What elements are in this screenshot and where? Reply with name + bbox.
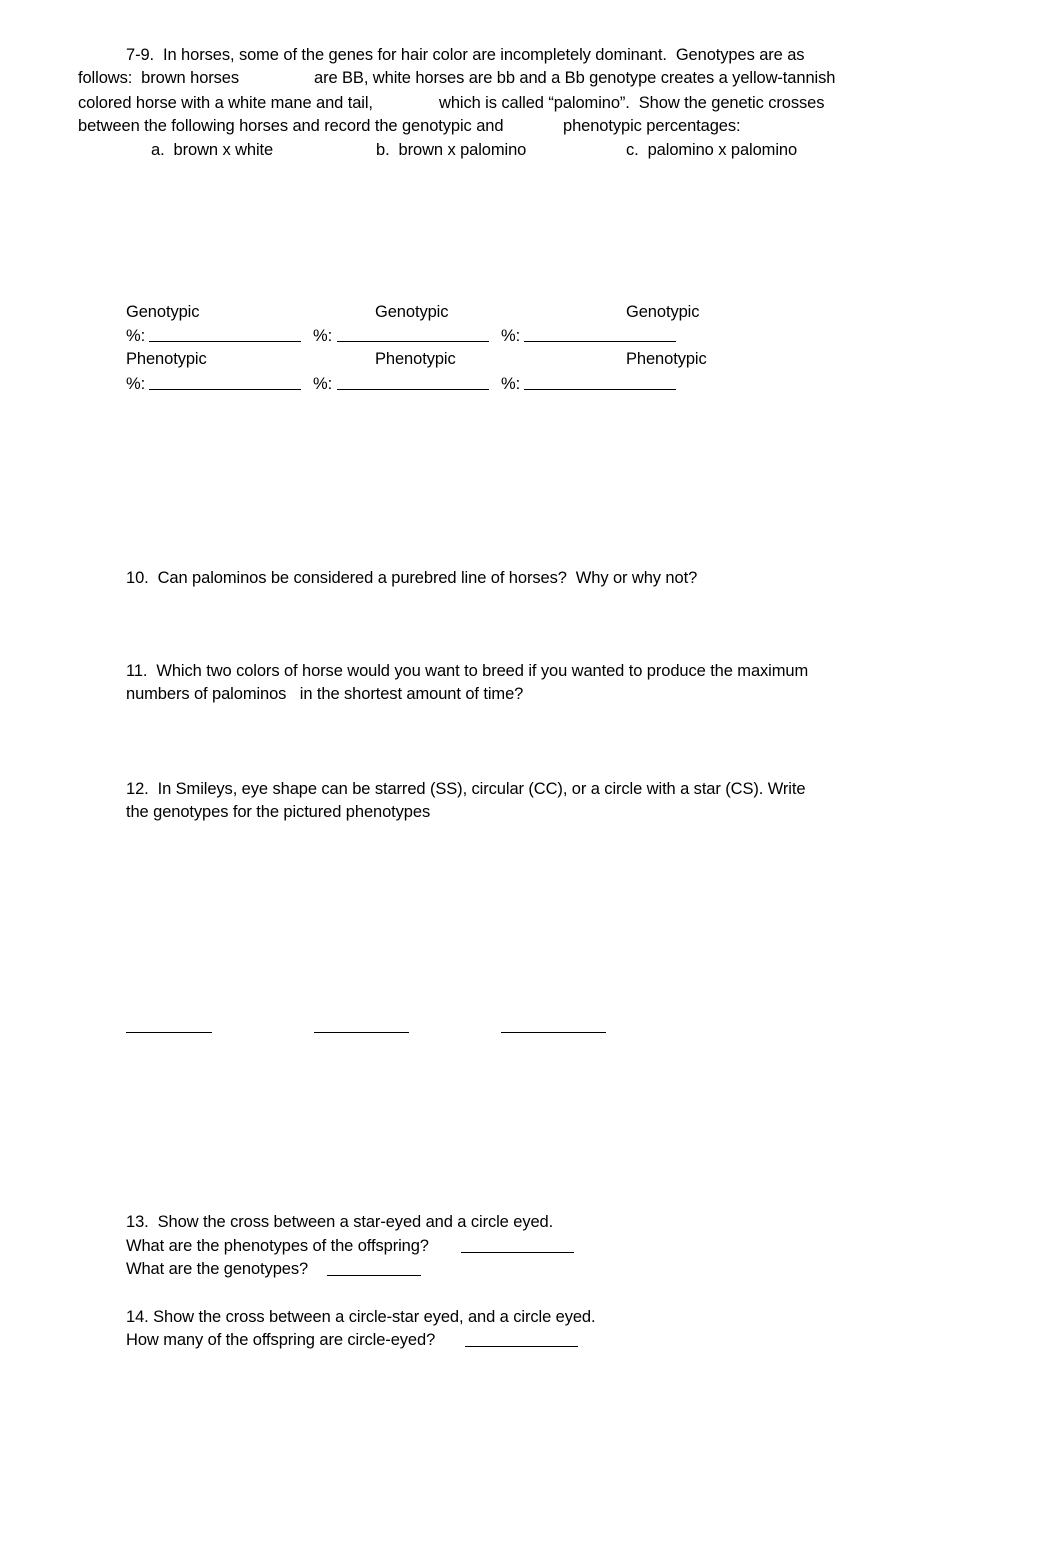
question-11-line-2: numbers of palominos in the shortest amo… <box>126 685 524 703</box>
phenotypic-percent-label-b: %: <box>313 375 333 393</box>
genotypic-label-c: Genotypic <box>626 303 700 321</box>
genotypic-percent-label-c: %: <box>501 327 521 345</box>
cross-b-label: b. brown x palomino <box>376 141 527 159</box>
intro-line-1: 7-9. In horses, some of the genes for ha… <box>126 46 805 64</box>
offspring-genotypes-blank[interactable] <box>327 1275 421 1276</box>
intro-line-3a: colored horse with a white mane and tail… <box>78 94 373 112</box>
cross-c-label: c. palomino x palomino <box>626 141 798 159</box>
cross-a-label: a. brown x white <box>151 141 274 159</box>
genotypic-percent-blank-a[interactable] <box>149 341 301 342</box>
circle-eyed-count-blank[interactable] <box>465 1346 578 1347</box>
intro-line-4b: phenotypic percentages: <box>563 117 741 135</box>
smiley-genotype-blank-2[interactable] <box>314 1032 409 1033</box>
intro-line-2a: follows: brown horses <box>78 69 240 87</box>
question-14-line-1: 14. Show the cross between a circle-star… <box>126 1308 596 1326</box>
question-13-line-2: What are the phenotypes of the offspring… <box>126 1237 429 1255</box>
intro-line-4a: between the following horses and record … <box>78 117 504 135</box>
phenotypic-percent-blank-b[interactable] <box>337 389 489 390</box>
phenotypic-percent-blank-a[interactable] <box>149 389 301 390</box>
smiley-genotype-blank-1[interactable] <box>126 1032 212 1033</box>
genotypic-label-b: Genotypic <box>375 303 449 321</box>
phenotypic-percent-blank-c[interactable] <box>524 389 676 390</box>
intro-line-2b: are BB, white horses are bb and a Bb gen… <box>314 69 836 87</box>
genotypic-percent-blank-c[interactable] <box>524 341 676 342</box>
question-13-line-1: 13. Show the cross between a star-eyed a… <box>126 1213 554 1231</box>
smiley-genotype-blank-3[interactable] <box>501 1032 606 1033</box>
question-13-line-3: What are the genotypes? <box>126 1260 309 1278</box>
phenotypic-label-b: Phenotypic <box>375 350 456 368</box>
genotypic-label-a: Genotypic <box>126 303 200 321</box>
genotypic-percent-label-a: %: <box>126 327 146 345</box>
question-14-line-2: How many of the offspring are circle-eye… <box>126 1331 436 1349</box>
question-12-line-2: the genotypes for the pictured phenotype… <box>126 803 431 821</box>
phenotypic-label-a: Phenotypic <box>126 350 207 368</box>
question-12-line-1: 12. In Smileys, eye shape can be starred… <box>126 780 806 798</box>
question-11-line-1: 11. Which two colors of horse would you … <box>126 662 809 680</box>
intro-line-3b: which is called “palomino”. Show the gen… <box>439 94 825 112</box>
question-10: 10. Can palominos be considered a purebr… <box>126 569 698 587</box>
genotypic-percent-label-b: %: <box>313 327 333 345</box>
offspring-phenotypes-blank[interactable] <box>461 1252 574 1253</box>
phenotypic-percent-label-a: %: <box>126 375 146 393</box>
genotypic-percent-blank-b[interactable] <box>337 341 489 342</box>
phenotypic-label-c: Phenotypic <box>626 350 707 368</box>
worksheet-page: 7-9. In horses, some of the genes for ha… <box>0 0 1062 1556</box>
phenotypic-percent-label-c: %: <box>501 375 521 393</box>
